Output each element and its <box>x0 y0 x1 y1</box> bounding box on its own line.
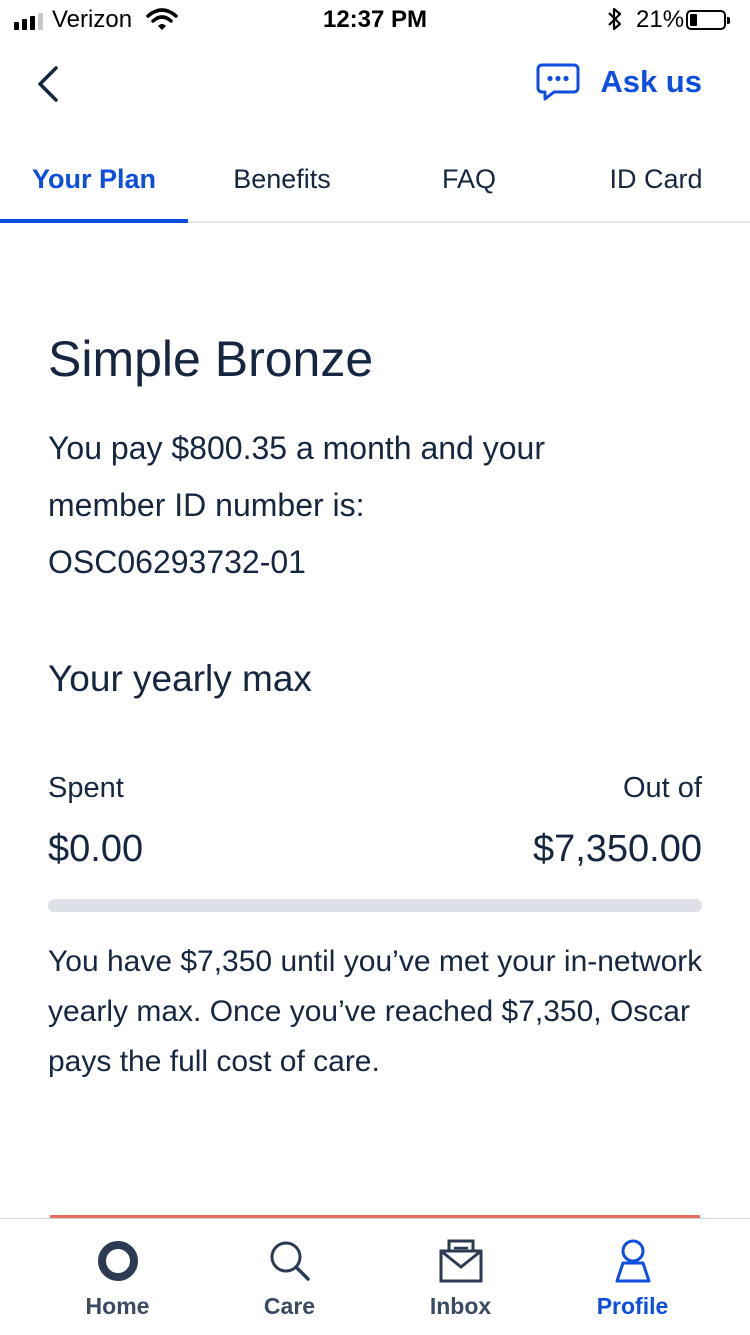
status-bar: Verizon 12:37 PM 21% <box>0 0 750 40</box>
bottom-tab-bar: Home Care Inbox Profile <box>0 1218 750 1335</box>
out-of-label: Out of <box>623 772 702 804</box>
battery-icon <box>686 10 730 30</box>
nav-profile-label: Profile <box>596 1293 669 1319</box>
nav-inbox[interactable]: Inbox <box>367 1219 554 1335</box>
tab-your-plan[interactable]: Your Plan <box>0 150 188 223</box>
nav-profile[interactable]: Profile <box>539 1219 726 1335</box>
nav-care-label: Care <box>263 1293 316 1319</box>
ask-us-button[interactable]: Ask us <box>536 62 702 102</box>
bluetooth-icon <box>608 7 622 31</box>
yearly-max-progress-bar <box>48 899 702 912</box>
nav-inbox-label: Inbox <box>429 1293 492 1319</box>
battery-percent: 21% <box>636 6 685 33</box>
spent-label: Spent <box>48 772 124 804</box>
search-icon <box>270 1241 310 1281</box>
back-chevron-icon[interactable] <box>34 64 64 104</box>
yearly-max-note: You have $7,350 until you’ve met your in… <box>48 945 703 1078</box>
plan-title: Simple Bronze <box>48 331 374 387</box>
member-id-label: member ID number is: <box>48 487 365 523</box>
tab-faq[interactable]: FAQ <box>375 150 563 221</box>
nav-care[interactable]: Care <box>196 1219 383 1335</box>
nav-home-label: Home <box>85 1293 150 1319</box>
home-icon <box>97 1241 138 1281</box>
profile-icon <box>615 1239 650 1283</box>
yearly-max-amount: $7,350.00 <box>532 828 702 870</box>
chat-bubble-icon <box>536 63 580 101</box>
member-id-value: OSC06293732-01 <box>48 544 306 580</box>
plan-description: You pay $800.35 a month and your member … <box>48 420 698 591</box>
spent-amount: $0.00 <box>48 828 144 870</box>
plan-premium-text: You pay $800.35 a month and your <box>48 430 545 466</box>
tab-benefits[interactable]: Benefits <box>188 150 376 221</box>
nav-home[interactable]: Home <box>24 1219 211 1335</box>
tab-id-card[interactable]: ID Card <box>562 150 750 221</box>
ask-us-label: Ask us <box>600 64 702 99</box>
yearly-max-heading: Your yearly max <box>48 658 312 699</box>
inbox-icon <box>439 1239 482 1283</box>
plan-tabs: Your Plan Benefits FAQ ID Card <box>0 150 750 223</box>
